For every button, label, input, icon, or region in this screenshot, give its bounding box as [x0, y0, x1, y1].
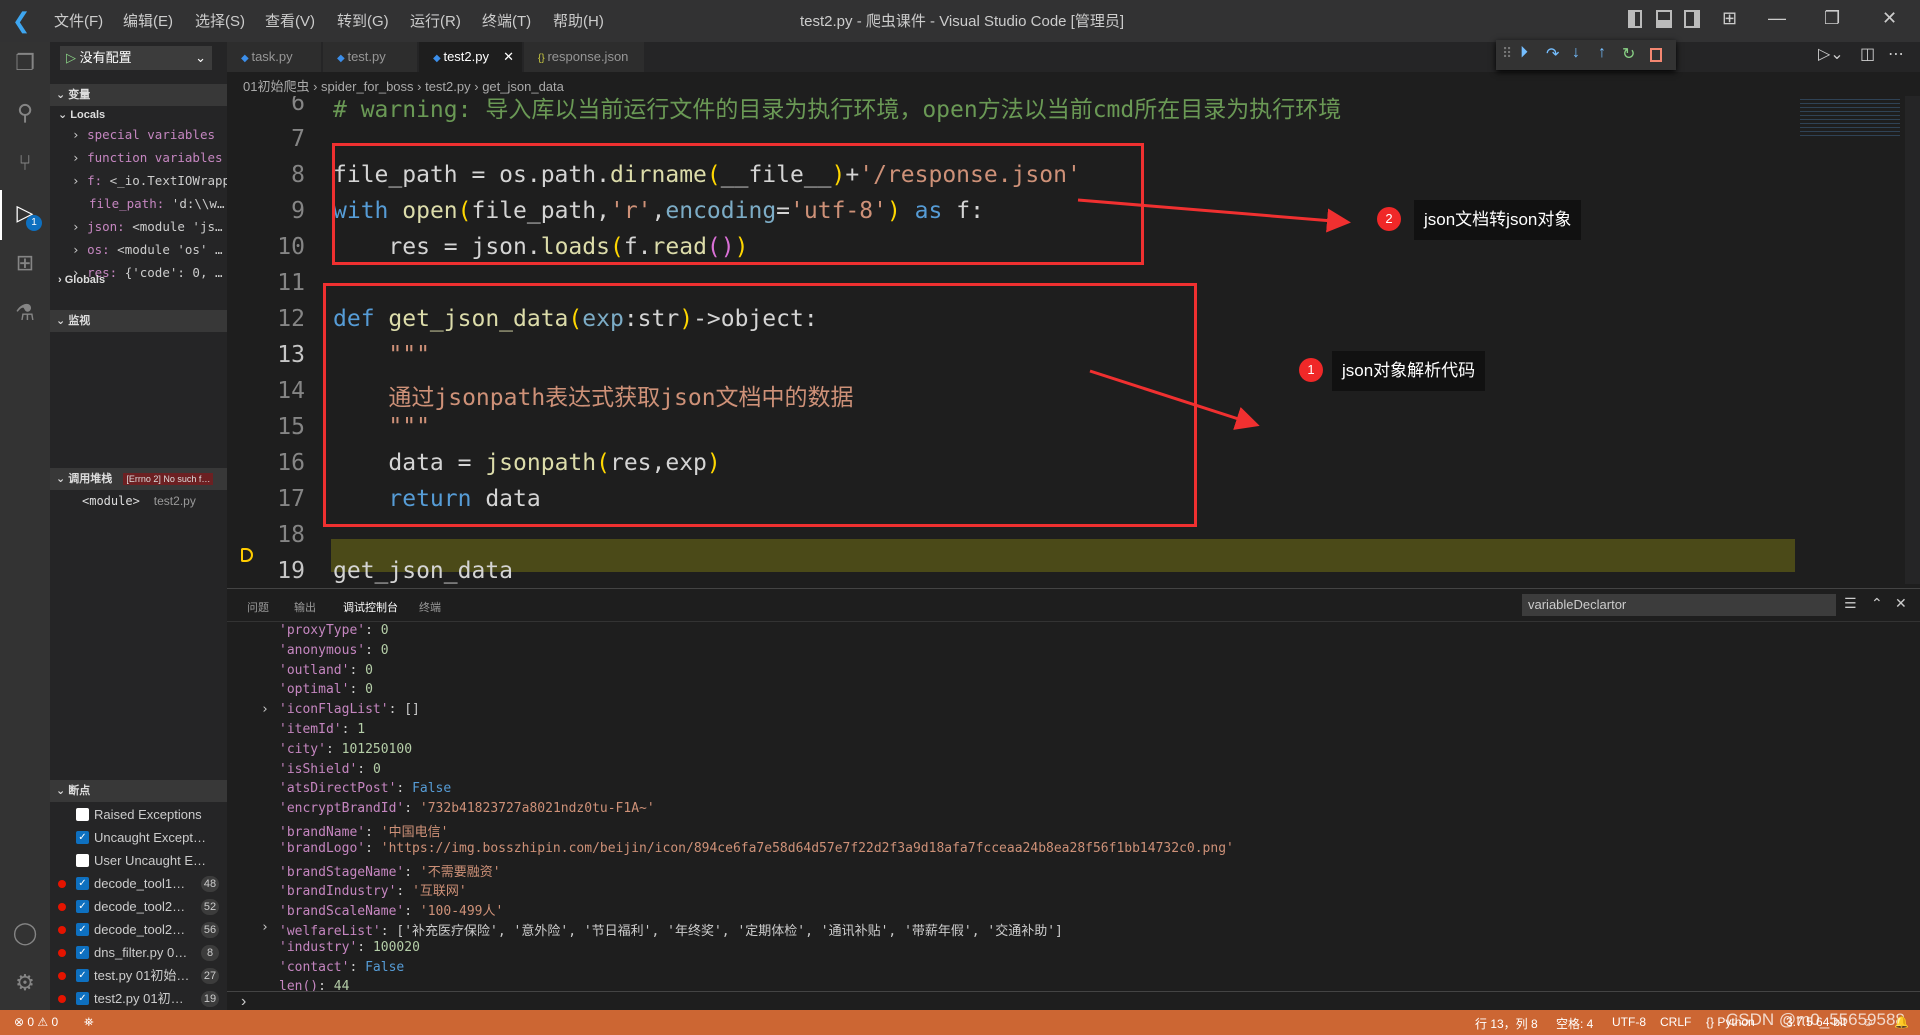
console-key: 'brandName' — [279, 825, 366, 840]
console-key: 'anonymous' — [279, 642, 366, 658]
annotation-arrow-2 — [1077, 198, 1351, 233]
bottom-panel: 问题 输出 调试控制台 终端 variableDeclartor ☰ ⌃ ✕ 'pro… — [227, 588, 1920, 1010]
console-line[interactable]: 'brandScaleName': '100-499人' — [279, 900, 503, 919]
console-line[interactable]: 'encryptBrandId': '732b41823727a8021ndz0… — [279, 801, 655, 816]
panel-tab[interactable]: 终端 — [419, 599, 441, 615]
feedback-icon[interactable]: ☺ — [1862, 1015, 1874, 1029]
problems-status[interactable]: ⊗ 0 ⚠ 0 — [14, 1015, 58, 1029]
maximize-panel-icon[interactable]: ⌃ — [1871, 595, 1883, 612]
notifications-bell-icon[interactable]: 🔔 — [1894, 1015, 1909, 1029]
console-key: 'outland' — [279, 662, 350, 678]
panel-tab[interactable]: 问题 — [247, 599, 269, 615]
console-value: 'https://img.bosszhipin.com/beijin/icon/… — [380, 840, 1234, 856]
close-panel-icon[interactable]: ✕ — [1895, 595, 1907, 612]
indentation[interactable]: 空格: 4 — [1556, 1015, 1593, 1032]
status-bar: ⊗ 0 ⚠ 0 ⛯ 行 13，列 8 空格: 4 UTF-8 CRLF {} P… — [0, 1010, 1920, 1035]
console-line[interactable]: 'brandStageName': '不需要融资' — [279, 861, 501, 880]
console-line[interactable]: ›'iconFlagList': [] — [261, 702, 420, 718]
console-value: ['补充医疗保险', '意外险', '节日福利', '年终奖', '定期体检',… — [396, 924, 1063, 939]
expand-chevron-icon[interactable]: › — [261, 920, 269, 935]
console-filter-input[interactable]: variableDeclartor — [1522, 594, 1836, 616]
console-key: len() — [279, 979, 319, 991]
console-line[interactable]: 'brandIndustry': '互联网' — [279, 880, 467, 899]
annotation-label-1: json对象解析代码 — [1332, 351, 1486, 391]
debug-console-input[interactable]: › — [227, 991, 1920, 1011]
console-value: '不需要融资' — [419, 864, 501, 880]
debug-status-icon[interactable]: ⛯ — [84, 1015, 94, 1030]
console-key: 'isShield' — [279, 761, 358, 777]
console-key: 'contact' — [279, 959, 350, 975]
console-value: 0 — [365, 682, 373, 698]
console-value: '732b41823727a8021ndz0tu-F1A~' — [419, 801, 655, 817]
console-value: '中国电信' — [380, 825, 449, 840]
annotation-label-2: json文档转json对象 — [1414, 200, 1582, 240]
console-value: False — [412, 781, 452, 797]
line-ending[interactable]: CRLF — [1660, 1015, 1691, 1029]
console-line[interactable]: 'city': 101250100 — [279, 742, 412, 757]
console-line[interactable]: 'atsDirectPost': False — [279, 781, 451, 796]
console-key: 'iconFlagList' — [279, 702, 389, 718]
annotation-badge-2: 2 — [1377, 207, 1401, 231]
console-value: 101250100 — [341, 741, 413, 757]
console-value: 0 — [380, 623, 389, 638]
console-key: 'brandIndustry' — [279, 884, 397, 900]
console-line[interactable]: 'itemId': 1 — [279, 722, 365, 737]
console-line[interactable]: ›'welfareList': ['补充医疗保险', '意外险', '节日福利'… — [261, 920, 1063, 939]
console-line[interactable]: 'contact': False — [279, 960, 404, 975]
expand-chevron-icon[interactable]: › — [261, 702, 269, 717]
panel-tab[interactable]: 调试控制台 — [343, 599, 398, 622]
console-line[interactable]: 'isShield': 0 — [279, 762, 381, 777]
console-line[interactable]: 'industry': 100020 — [279, 940, 420, 955]
console-line[interactable]: 'optimal': 0 — [279, 682, 373, 697]
csdn-watermark: CSDN @m0_55659588 — [1726, 1010, 1905, 1029]
console-value: 44 — [333, 979, 350, 991]
console-value: False — [365, 959, 405, 975]
clear-console-icon[interactable]: ☰ — [1844, 595, 1857, 612]
annotation-arrow-1 — [1089, 369, 1260, 430]
console-value: 1 — [357, 722, 366, 737]
debug-console-output[interactable]: 'proxyType': 0 'anonymous': 0 'outland': 0… — [227, 623, 1920, 991]
console-value: [] — [404, 702, 420, 718]
console-key: 'proxyType' — [279, 623, 366, 638]
console-value: '100-499人' — [419, 904, 504, 920]
console-key: 'atsDirectPost' — [279, 781, 397, 797]
console-key: 'brandStageName' — [279, 864, 405, 880]
console-key: 'optimal' — [279, 682, 350, 698]
console-key: 'encryptBrandId' — [279, 801, 405, 817]
console-line[interactable]: 'brandLogo': 'https://img.bosszhipin.com… — [279, 841, 1234, 856]
console-value: 0 — [372, 761, 381, 777]
console-line[interactable]: 'proxyType': 0 — [279, 623, 389, 638]
console-line[interactable]: 'brandName': '中国电信' — [279, 821, 448, 840]
encoding[interactable]: UTF-8 — [1612, 1015, 1646, 1029]
panel-tab[interactable]: 输出 — [294, 599, 316, 615]
console-key: 'itemId' — [279, 722, 342, 737]
console-key: 'industry' — [279, 939, 358, 955]
console-line[interactable]: 'outland': 0 — [279, 663, 373, 678]
annotation-badge-1: 1 — [1299, 358, 1323, 382]
console-key: 'brandLogo' — [279, 840, 366, 856]
console-value: 0 — [380, 642, 389, 658]
console-value: '互联网' — [412, 884, 467, 900]
console-line[interactable]: len(): 44 — [279, 979, 349, 991]
console-line[interactable]: 'anonymous': 0 — [279, 643, 389, 658]
console-value: 0 — [365, 662, 373, 678]
cursor-position[interactable]: 行 13，列 8 — [1475, 1015, 1538, 1032]
console-key: 'city' — [279, 741, 326, 757]
console-value: 100020 — [372, 939, 420, 955]
console-key: 'welfareList' — [279, 924, 381, 939]
console-key: 'brandScaleName' — [279, 904, 405, 920]
